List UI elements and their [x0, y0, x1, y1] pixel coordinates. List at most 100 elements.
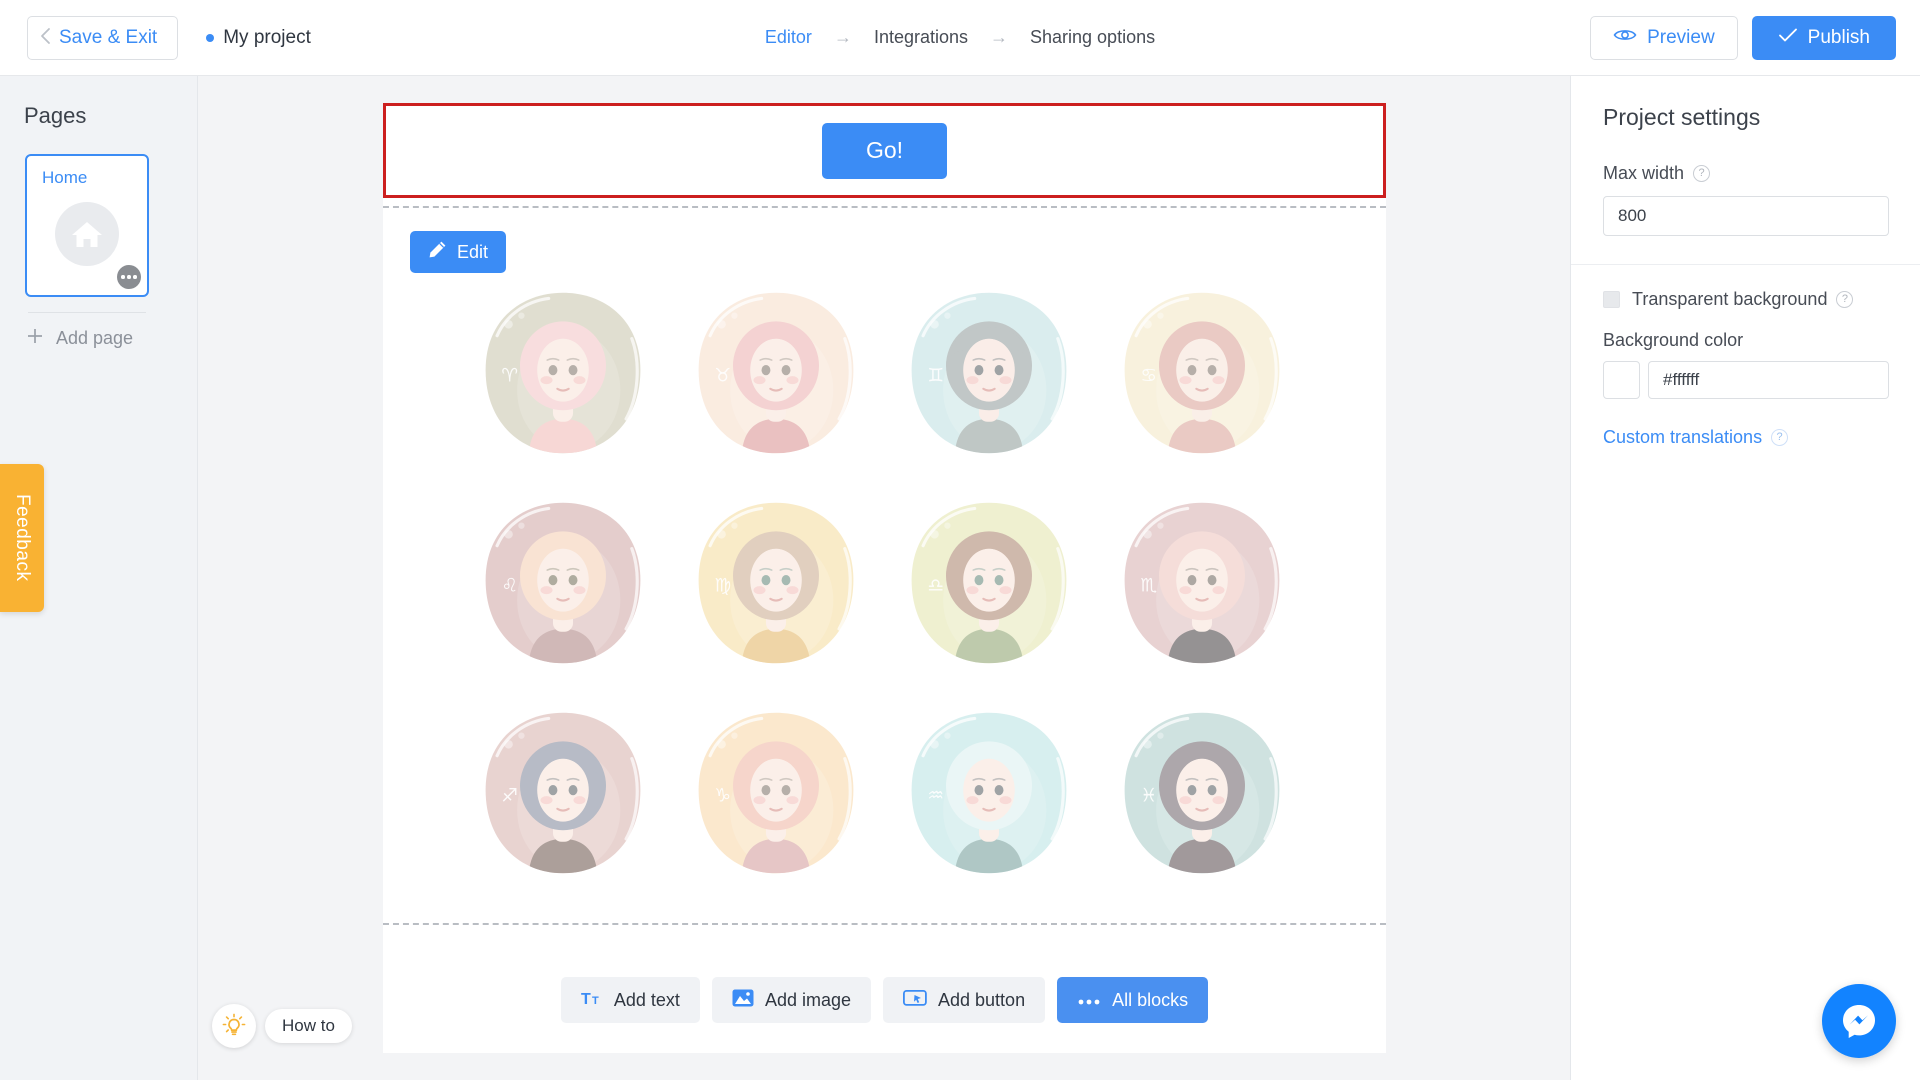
svg-text:♌: ♌ — [501, 576, 518, 597]
project-status-dot — [206, 33, 215, 42]
background-color-row — [1603, 361, 1920, 399]
add-image-label: Add image — [764, 989, 851, 1010]
text-icon: TT — [581, 989, 603, 1012]
panel-divider — [1571, 264, 1920, 265]
add-text-label: Add text — [613, 989, 680, 1010]
zodiac-illustration-sagittarius: ♐ — [485, 712, 641, 874]
page-options-button[interactable] — [117, 265, 141, 289]
home-icon — [55, 201, 119, 266]
dot — [121, 275, 125, 279]
page-card-label: Home — [42, 168, 88, 187]
zodiac-image-grid[interactable]: ♈ ♉ ♊ ♋ ♌ ♍ ♎ ♏ ♐ ♑ ♒ ♓ — [463, 268, 1303, 898]
background-color-swatch[interactable] — [1603, 361, 1640, 399]
project-name-group[interactable]: My project — [206, 27, 311, 49]
zodiac-cell-taurus: ♉ — [676, 268, 876, 478]
max-width-input[interactable] — [1603, 196, 1889, 236]
project-settings-panel: Project settings Max width ? Transparent… — [1570, 76, 1920, 1080]
publish-button[interactable]: Publish — [1751, 15, 1896, 60]
zodiac-illustration-virgo: ♍ — [698, 502, 854, 664]
dot — [133, 275, 137, 279]
help-icon[interactable]: ? — [1693, 165, 1711, 182]
custom-translations-link[interactable]: Custom translations ? — [1603, 427, 1920, 448]
zodiac-cell-scorpio: ♏ — [1102, 478, 1302, 688]
preview-button[interactable]: Preview — [1590, 15, 1738, 60]
messenger-icon — [1843, 1005, 1875, 1038]
zodiac-illustration-taurus: ♉ — [698, 292, 854, 454]
zodiac-cell-cancer: ♋ — [1102, 268, 1302, 478]
top-bar-actions: Preview Publish — [1590, 15, 1896, 60]
breadcrumb-item-editor[interactable]: Editor — [765, 27, 812, 48]
help-icon[interactable]: ? — [1836, 291, 1854, 308]
help-icon[interactable]: ? — [1771, 429, 1789, 446]
sidebar-divider — [28, 312, 146, 313]
all-blocks-button[interactable]: All blocks — [1057, 977, 1209, 1023]
max-width-label: Max width ? — [1603, 163, 1920, 184]
svg-text:♎: ♎ — [927, 576, 944, 597]
zodiac-cell-capricorn: ♑ — [676, 688, 876, 898]
svg-text:♏: ♏ — [1140, 576, 1157, 597]
add-button-label: Add button — [938, 989, 1026, 1010]
breadcrumb-item-sharing-options[interactable]: Sharing options — [1030, 27, 1155, 48]
chevron-left-icon — [40, 27, 51, 49]
panel-title: Project settings — [1603, 104, 1761, 130]
image-icon — [732, 989, 754, 1012]
block-separator — [383, 206, 1386, 208]
breadcrumb-arrow-icon: → — [990, 27, 1008, 47]
page-card-home[interactable]: Home — [25, 154, 149, 297]
svg-text:♍: ♍ — [714, 576, 731, 597]
selected-block-button[interactable]: Go! — [383, 103, 1386, 198]
breadcrumb-item-integrations[interactable]: Integrations — [874, 27, 968, 48]
block-separator — [383, 923, 1386, 925]
ellipsis-icon — [1077, 990, 1101, 1011]
zodiac-illustration-capricorn: ♑ — [698, 712, 854, 874]
transparent-background-label-text: Transparent background — [1632, 289, 1828, 309]
zodiac-cell-aquarius: ♒ — [889, 688, 1089, 898]
top-bar: Save & Exit My project Editor → Integrat… — [0, 0, 1920, 76]
zodiac-illustration-pisces: ♓ — [1124, 712, 1280, 874]
add-page-label: Add page — [56, 327, 134, 348]
zodiac-cell-leo: ♌ — [463, 478, 663, 688]
how-to-widget: How to — [212, 1004, 352, 1048]
how-to-button[interactable]: How to — [265, 1009, 352, 1043]
transparent-background-checkbox[interactable] — [1603, 291, 1620, 308]
zodiac-cell-sagittarius: ♐ — [463, 688, 663, 898]
save-and-exit-label: Save & Exit — [59, 26, 158, 48]
breadcrumb: Editor → Integrations → Sharing options — [765, 27, 1155, 48]
transparent-background-row[interactable]: Transparent background ? — [1603, 289, 1920, 310]
project-name-label: My project — [223, 26, 311, 48]
check-icon — [1778, 27, 1798, 49]
canvas-area: Go! Edit ♈ ♉ ♊ ♋ ♌ ♍ ♎ ♏ ♐ ♑ ♒ ♓ TT Add text — [198, 76, 1570, 1080]
lightbulb-button[interactable] — [212, 1004, 256, 1048]
zodiac-cell-aries: ♈ — [463, 268, 663, 478]
zodiac-cell-gemini: ♊ — [889, 268, 1089, 478]
pages-title: Pages — [24, 103, 87, 128]
all-blocks-label: All blocks — [1112, 989, 1189, 1010]
eye-icon — [1613, 27, 1637, 49]
edit-button[interactable]: Edit — [410, 231, 507, 273]
svg-text:♐: ♐ — [501, 786, 518, 807]
svg-text:♊: ♊ — [927, 366, 944, 387]
add-image-button[interactable]: Add image — [711, 977, 871, 1023]
add-text-button[interactable]: TT Add text — [560, 977, 700, 1023]
save-and-exit-button[interactable]: Save & Exit — [27, 15, 179, 60]
add-button-button[interactable]: Add button — [883, 977, 1046, 1023]
zodiac-illustration-leo: ♌ — [485, 502, 641, 664]
breadcrumb-arrow-icon: → — [833, 27, 852, 47]
zodiac-cell-libra: ♎ — [889, 478, 1089, 688]
button-icon — [902, 989, 927, 1012]
zodiac-illustration-aries: ♈ — [485, 292, 641, 454]
svg-text:T: T — [592, 995, 599, 1007]
add-page-button[interactable]: Add page — [26, 327, 197, 349]
zodiac-illustration-gemini: ♊ — [911, 292, 1067, 454]
background-color-input[interactable] — [1648, 361, 1889, 399]
svg-text:♋: ♋ — [1140, 366, 1157, 387]
svg-text:T: T — [581, 991, 591, 1007]
pencil-icon — [428, 240, 447, 264]
feedback-tab[interactable]: Feedback — [0, 464, 44, 612]
plus-icon — [26, 327, 44, 349]
svg-text:♈: ♈ — [501, 366, 518, 387]
messenger-chat-button[interactable] — [1822, 984, 1896, 1058]
zodiac-cell-pisces: ♓ — [1102, 688, 1302, 898]
zodiac-illustration-aquarius: ♒ — [911, 712, 1067, 874]
go-button[interactable]: Go! — [822, 122, 947, 179]
